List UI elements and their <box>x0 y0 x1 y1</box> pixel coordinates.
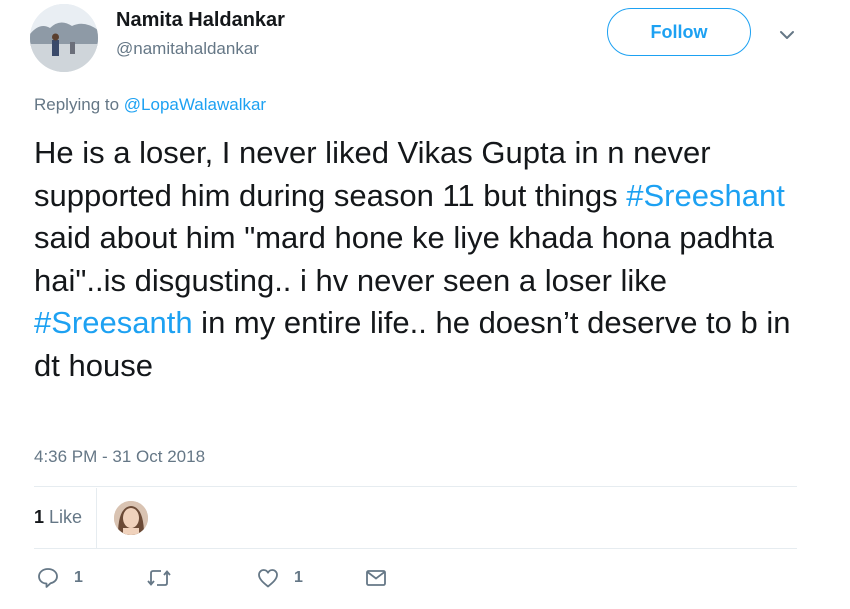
profile-avatar[interactable] <box>30 4 98 72</box>
reply-icon <box>38 568 58 588</box>
reply-context: Replying to @LopaWalawalkar <box>34 95 266 115</box>
like-count: 1 <box>294 569 303 586</box>
likes-count-label: Like <box>49 507 83 527</box>
follow-button[interactable]: Follow <box>607 8 751 56</box>
hashtag-link[interactable]: #Sreeshant <box>626 178 785 213</box>
likes-row: 1 Like <box>34 488 797 548</box>
heart-icon <box>258 569 278 588</box>
tweet-text: He is a loser, I never liked Vikas Gupta… <box>34 132 824 387</box>
reply-button[interactable]: 1 <box>36 566 83 590</box>
likes-separator <box>96 488 97 548</box>
direct-message-button[interactable] <box>364 566 388 590</box>
tweet-timestamp[interactable]: 4:36 PM - 31 Oct 2018 <box>34 447 205 467</box>
reply-context-prefix: Replying to <box>34 95 120 114</box>
divider <box>34 486 797 487</box>
tweet-text-segment: said about him "mard hone ke liye khada … <box>34 220 775 298</box>
reply-mention-link[interactable]: @LopaWalawalkar <box>124 95 266 114</box>
tweet-actions: 1 1 <box>34 566 454 596</box>
hashtag-link[interactable]: #Sreesanth <box>34 305 193 340</box>
display-name[interactable]: Namita Haldankar <box>116 9 285 32</box>
retweet-icon <box>147 570 171 586</box>
likes-count[interactable]: 1 Like <box>34 507 82 528</box>
liker-avatar[interactable] <box>114 501 148 535</box>
reply-count: 1 <box>74 569 83 586</box>
likes-count-number: 1 <box>34 507 45 527</box>
user-handle[interactable]: @namitahaldankar <box>116 39 259 59</box>
tweet-text-segment: He is a loser, I never liked Vikas Gupta… <box>34 135 711 213</box>
envelope-icon <box>366 570 386 586</box>
divider <box>34 548 797 549</box>
retweet-button[interactable] <box>146 566 172 590</box>
like-button[interactable]: 1 <box>256 566 303 590</box>
chevron-down-icon[interactable] <box>776 24 798 46</box>
